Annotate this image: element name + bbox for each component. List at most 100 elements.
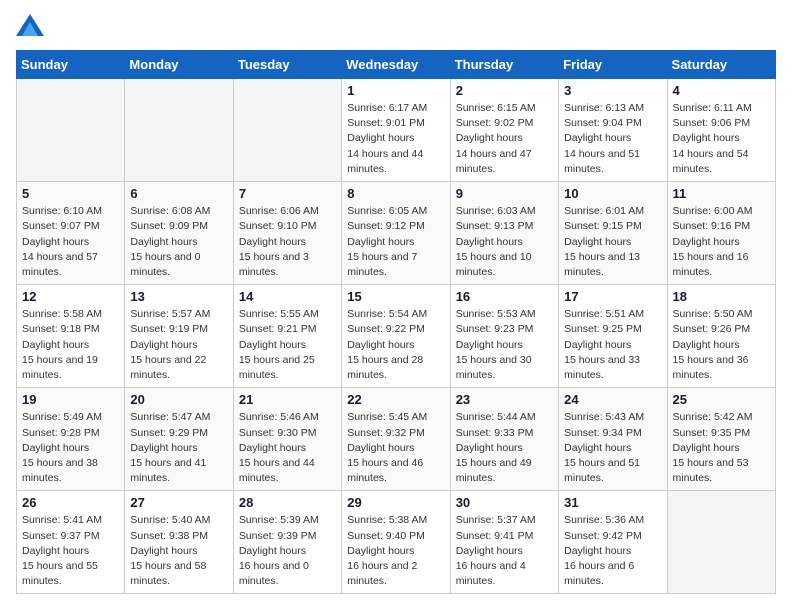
calendar-table: SundayMondayTuesdayWednesdayThursdayFrid… bbox=[16, 50, 776, 594]
day-number: 28 bbox=[239, 495, 336, 510]
week-row-2: 5 Sunrise: 6:10 AMSunset: 9:07 PMDaylight… bbox=[17, 182, 776, 285]
calendar-cell: 29 Sunrise: 5:38 AMSunset: 9:40 PMDayligh… bbox=[342, 491, 450, 594]
day-number: 13 bbox=[130, 289, 227, 304]
day-detail: Sunrise: 5:45 AMSunset: 9:32 PMDaylight … bbox=[347, 410, 444, 486]
day-detail: Sunrise: 6:15 AMSunset: 9:02 PMDaylight … bbox=[456, 101, 553, 177]
day-detail: Sunrise: 5:42 AMSunset: 9:35 PMDaylight … bbox=[673, 410, 770, 486]
day-number: 10 bbox=[564, 186, 661, 201]
day-number: 3 bbox=[564, 83, 661, 98]
week-row-3: 12 Sunrise: 5:58 AMSunset: 9:18 PMDayligh… bbox=[17, 285, 776, 388]
day-header-thursday: Thursday bbox=[450, 51, 558, 79]
week-row-4: 19 Sunrise: 5:49 AMSunset: 9:28 PMDayligh… bbox=[17, 388, 776, 491]
day-detail: Sunrise: 5:55 AMSunset: 9:21 PMDaylight … bbox=[239, 307, 336, 383]
day-detail: Sunrise: 6:05 AMSunset: 9:12 PMDaylight … bbox=[347, 204, 444, 280]
day-number: 8 bbox=[347, 186, 444, 201]
day-number: 18 bbox=[673, 289, 770, 304]
calendar-cell: 4 Sunrise: 6:11 AMSunset: 9:06 PMDaylight… bbox=[667, 79, 775, 182]
calendar-cell: 12 Sunrise: 5:58 AMSunset: 9:18 PMDayligh… bbox=[17, 285, 125, 388]
day-number: 12 bbox=[22, 289, 119, 304]
calendar-cell: 26 Sunrise: 5:41 AMSunset: 9:37 PMDayligh… bbox=[17, 491, 125, 594]
day-detail: Sunrise: 5:49 AMSunset: 9:28 PMDaylight … bbox=[22, 410, 119, 486]
day-detail: Sunrise: 6:17 AMSunset: 9:01 PMDaylight … bbox=[347, 101, 444, 177]
calendar-cell: 27 Sunrise: 5:40 AMSunset: 9:38 PMDayligh… bbox=[125, 491, 233, 594]
day-number: 21 bbox=[239, 392, 336, 407]
calendar-cell: 22 Sunrise: 5:45 AMSunset: 9:32 PMDayligh… bbox=[342, 388, 450, 491]
day-detail: Sunrise: 5:51 AMSunset: 9:25 PMDaylight … bbox=[564, 307, 661, 383]
day-number: 27 bbox=[130, 495, 227, 510]
day-detail: Sunrise: 5:38 AMSunset: 9:40 PMDaylight … bbox=[347, 513, 444, 589]
day-number: 5 bbox=[22, 186, 119, 201]
day-detail: Sunrise: 6:11 AMSunset: 9:06 PMDaylight … bbox=[673, 101, 770, 177]
day-number: 31 bbox=[564, 495, 661, 510]
calendar-cell bbox=[125, 79, 233, 182]
calendar-cell: 2 Sunrise: 6:15 AMSunset: 9:02 PMDaylight… bbox=[450, 79, 558, 182]
day-header-monday: Monday bbox=[125, 51, 233, 79]
day-detail: Sunrise: 5:36 AMSunset: 9:42 PMDaylight … bbox=[564, 513, 661, 589]
day-number: 17 bbox=[564, 289, 661, 304]
day-detail: Sunrise: 6:00 AMSunset: 9:16 PMDaylight … bbox=[673, 204, 770, 280]
week-row-5: 26 Sunrise: 5:41 AMSunset: 9:37 PMDayligh… bbox=[17, 491, 776, 594]
calendar-cell: 31 Sunrise: 5:36 AMSunset: 9:42 PMDayligh… bbox=[559, 491, 667, 594]
calendar-cell: 10Sunrise: 6:01 AMSunset: 9:15 PMDayligh… bbox=[559, 182, 667, 285]
day-number: 22 bbox=[347, 392, 444, 407]
calendar-cell: 20 Sunrise: 5:47 AMSunset: 9:29 PMDayligh… bbox=[125, 388, 233, 491]
day-number: 1 bbox=[347, 83, 444, 98]
calendar-cell bbox=[667, 491, 775, 594]
day-detail: Sunrise: 5:50 AMSunset: 9:26 PMDaylight … bbox=[673, 307, 770, 383]
header-row: SundayMondayTuesdayWednesdayThursdayFrid… bbox=[17, 51, 776, 79]
day-number: 26 bbox=[22, 495, 119, 510]
calendar-cell: 7 Sunrise: 6:06 AMSunset: 9:10 PMDaylight… bbox=[233, 182, 341, 285]
calendar-cell: 28 Sunrise: 5:39 AMSunset: 9:39 PMDayligh… bbox=[233, 491, 341, 594]
calendar-cell: 19 Sunrise: 5:49 AMSunset: 9:28 PMDayligh… bbox=[17, 388, 125, 491]
day-header-tuesday: Tuesday bbox=[233, 51, 341, 79]
calendar-cell: 15Sunrise: 5:54 AMSunset: 9:22 PMDayligh… bbox=[342, 285, 450, 388]
day-number: 14 bbox=[239, 289, 336, 304]
day-header-wednesday: Wednesday bbox=[342, 51, 450, 79]
day-number: 20 bbox=[130, 392, 227, 407]
logo bbox=[16, 16, 46, 38]
day-number: 4 bbox=[673, 83, 770, 98]
day-header-friday: Friday bbox=[559, 51, 667, 79]
calendar-cell: 3Sunrise: 6:13 AMSunset: 9:04 PMDaylight… bbox=[559, 79, 667, 182]
day-detail: Sunrise: 5:57 AMSunset: 9:19 PMDaylight … bbox=[130, 307, 227, 383]
day-number: 6 bbox=[130, 186, 227, 201]
day-number: 19 bbox=[22, 392, 119, 407]
calendar-cell: 17 Sunrise: 5:51 AMSunset: 9:25 PMDayligh… bbox=[559, 285, 667, 388]
day-number: 11 bbox=[673, 186, 770, 201]
day-detail: Sunrise: 5:47 AMSunset: 9:29 PMDaylight … bbox=[130, 410, 227, 486]
day-number: 9 bbox=[456, 186, 553, 201]
day-detail: Sunrise: 5:37 AMSunset: 9:41 PMDaylight … bbox=[456, 513, 553, 589]
day-number: 23 bbox=[456, 392, 553, 407]
day-number: 7 bbox=[239, 186, 336, 201]
calendar-cell: 13 Sunrise: 5:57 AMSunset: 9:19 PMDayligh… bbox=[125, 285, 233, 388]
calendar-cell: 16 Sunrise: 5:53 AMSunset: 9:23 PMDayligh… bbox=[450, 285, 558, 388]
calendar-cell: 30 Sunrise: 5:37 AMSunset: 9:41 PMDayligh… bbox=[450, 491, 558, 594]
logo-icon bbox=[16, 14, 44, 36]
day-detail: Sunrise: 5:41 AMSunset: 9:37 PMDaylight … bbox=[22, 513, 119, 589]
calendar-cell: 23Sunrise: 5:44 AMSunset: 9:33 PMDayligh… bbox=[450, 388, 558, 491]
day-detail: Sunrise: 6:10 AMSunset: 9:07 PMDaylight … bbox=[22, 204, 119, 280]
calendar-cell: 5 Sunrise: 6:10 AMSunset: 9:07 PMDaylight… bbox=[17, 182, 125, 285]
calendar-cell: 24Sunrise: 5:43 AMSunset: 9:34 PMDayligh… bbox=[559, 388, 667, 491]
day-number: 29 bbox=[347, 495, 444, 510]
day-detail: Sunrise: 6:08 AMSunset: 9:09 PMDaylight … bbox=[130, 204, 227, 280]
day-detail: Sunrise: 5:58 AMSunset: 9:18 PMDaylight … bbox=[22, 307, 119, 383]
day-header-saturday: Saturday bbox=[667, 51, 775, 79]
calendar-cell: 25Sunrise: 5:42 AMSunset: 9:35 PMDayligh… bbox=[667, 388, 775, 491]
day-number: 2 bbox=[456, 83, 553, 98]
day-detail: Sunrise: 5:46 AMSunset: 9:30 PMDaylight … bbox=[239, 410, 336, 486]
day-number: 24 bbox=[564, 392, 661, 407]
day-number: 15 bbox=[347, 289, 444, 304]
calendar-cell: 8 Sunrise: 6:05 AMSunset: 9:12 PMDaylight… bbox=[342, 182, 450, 285]
day-detail: Sunrise: 5:39 AMSunset: 9:39 PMDaylight … bbox=[239, 513, 336, 589]
day-detail: Sunrise: 5:40 AMSunset: 9:38 PMDaylight … bbox=[130, 513, 227, 589]
day-detail: Sunrise: 6:06 AMSunset: 9:10 PMDaylight … bbox=[239, 204, 336, 280]
calendar-cell: 21 Sunrise: 5:46 AMSunset: 9:30 PMDayligh… bbox=[233, 388, 341, 491]
day-number: 30 bbox=[456, 495, 553, 510]
day-header-sunday: Sunday bbox=[17, 51, 125, 79]
day-number: 16 bbox=[456, 289, 553, 304]
day-detail: Sunrise: 5:53 AMSunset: 9:23 PMDaylight … bbox=[456, 307, 553, 383]
calendar-cell bbox=[233, 79, 341, 182]
calendar-cell: 1 Sunrise: 6:17 AMSunset: 9:01 PMDaylight… bbox=[342, 79, 450, 182]
calendar-cell: 18 Sunrise: 5:50 AMSunset: 9:26 PMDayligh… bbox=[667, 285, 775, 388]
